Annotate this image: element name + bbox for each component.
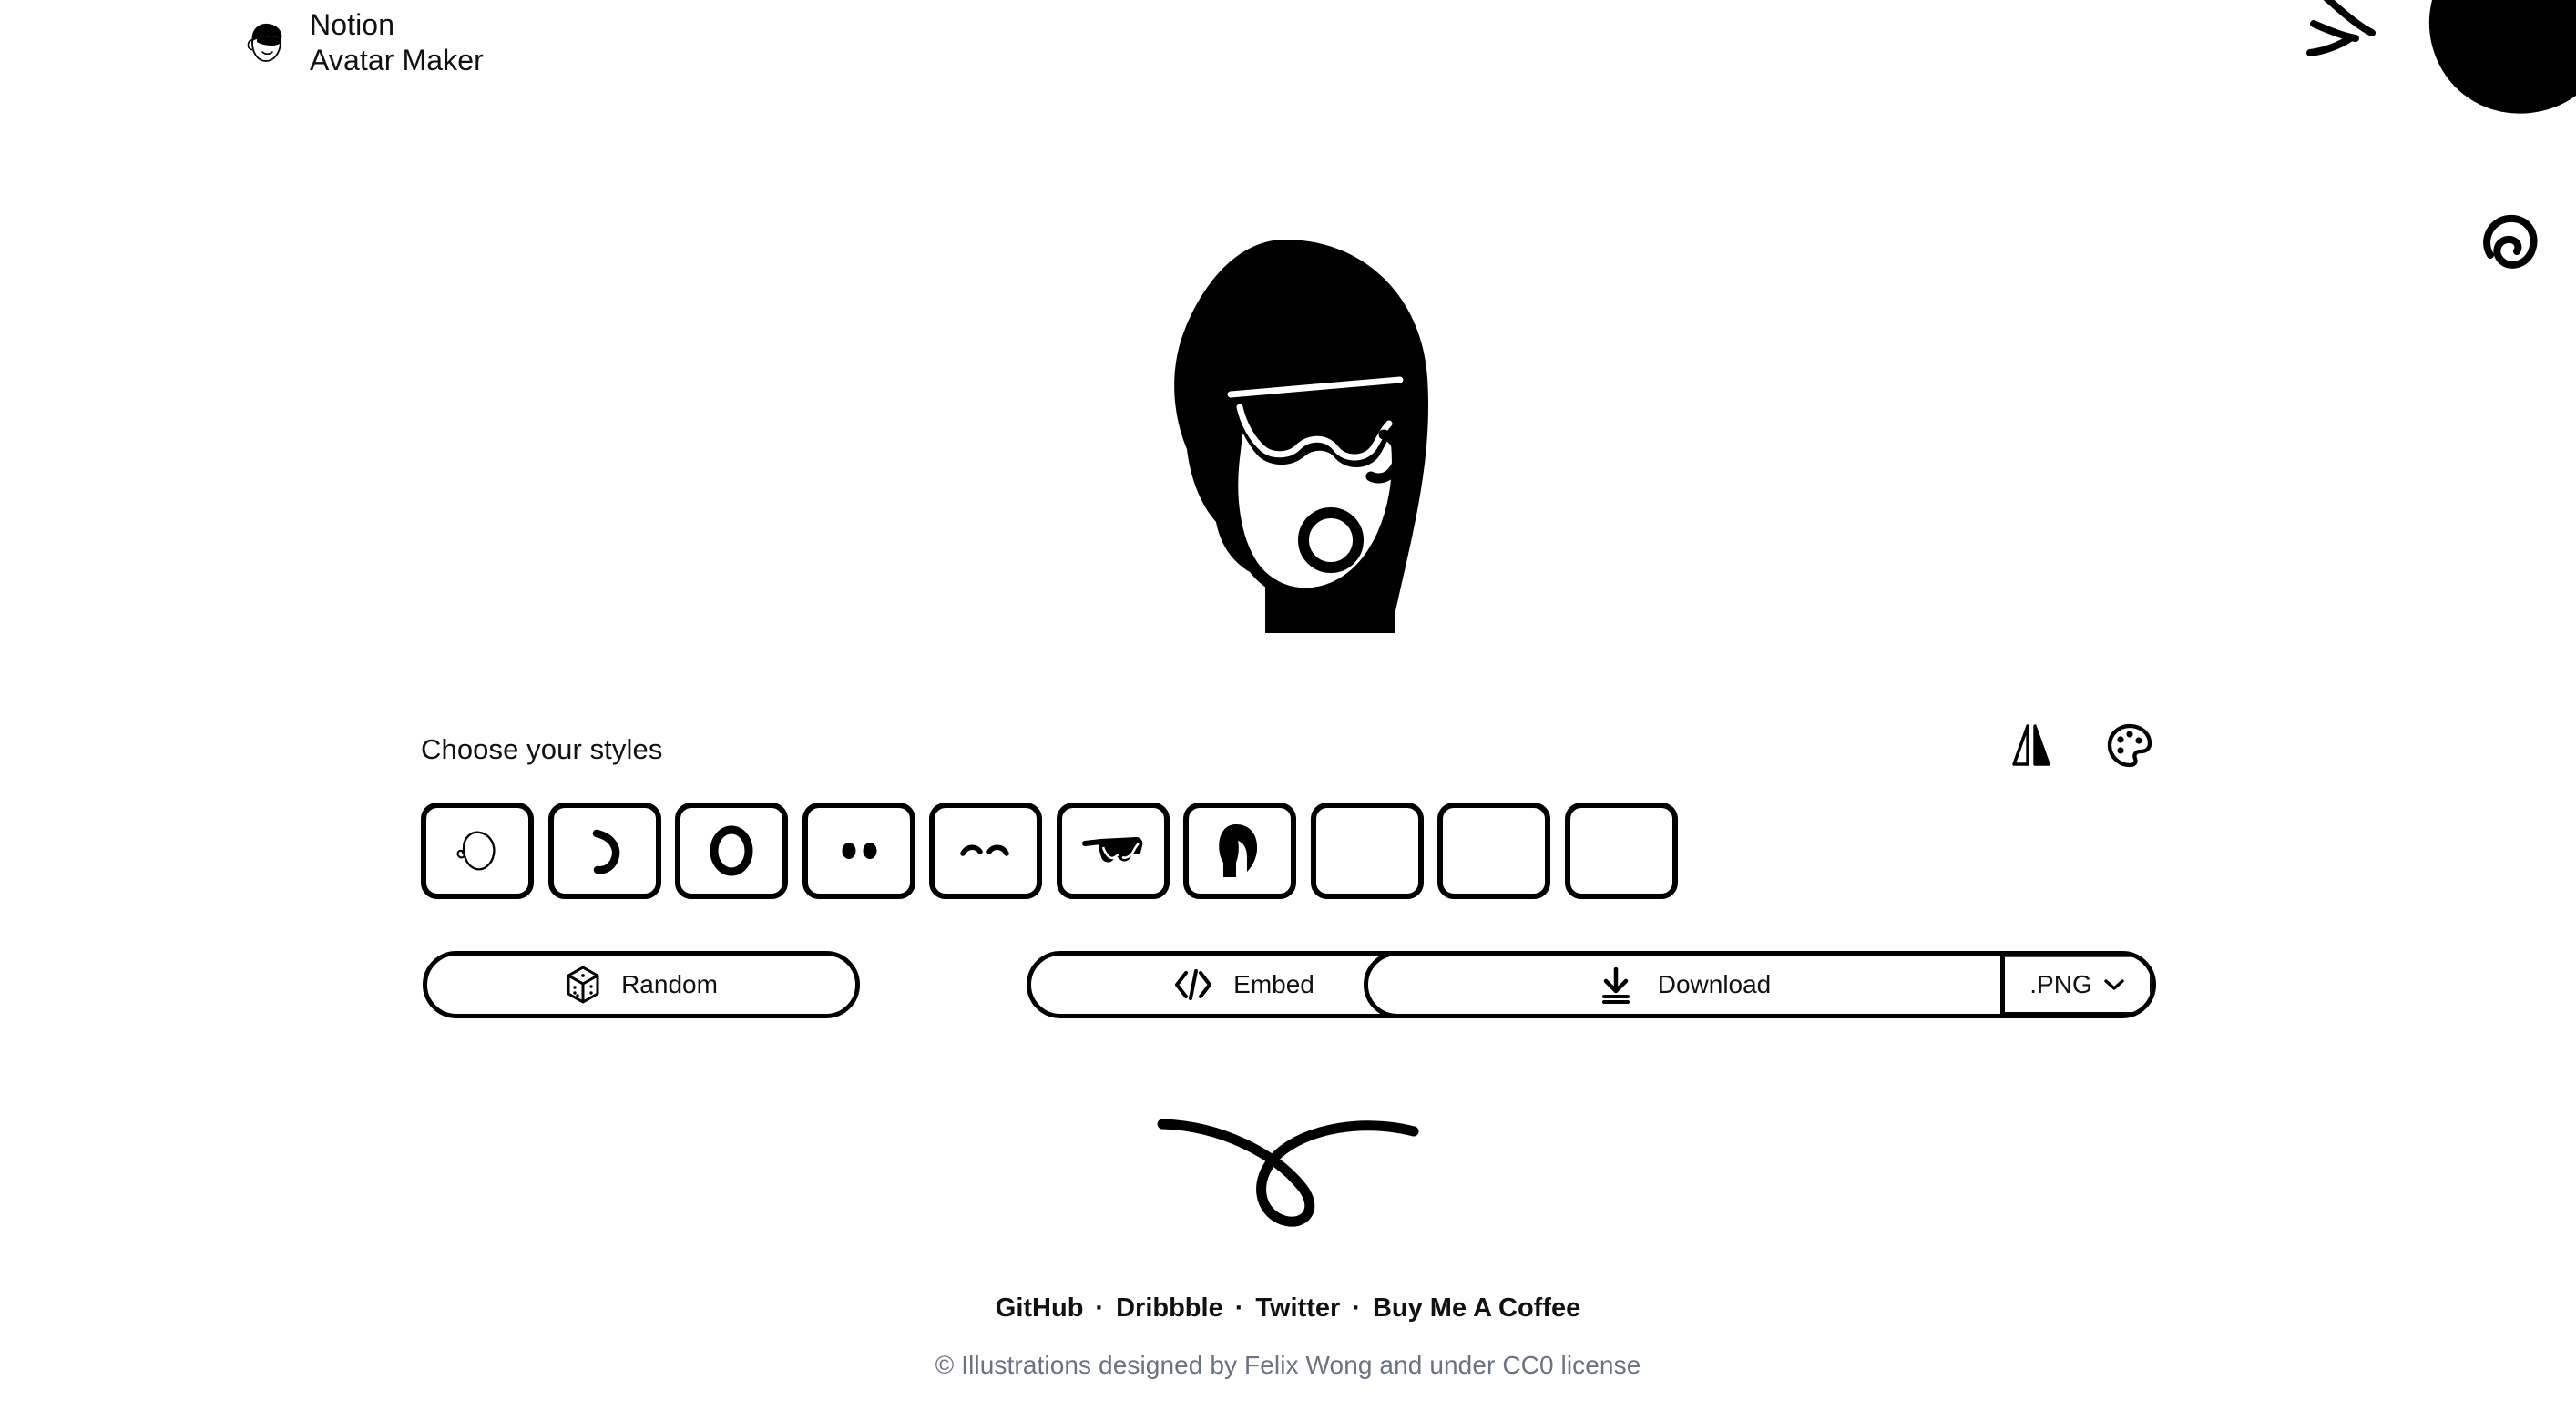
mouth-ring-icon <box>710 825 753 876</box>
ear-icon <box>592 829 619 874</box>
page-footer: GitHub · Dribbble · Twitter · Buy Me A C… <box>0 1293 2576 1380</box>
random-button[interactable]: Random <box>423 951 860 1018</box>
copyright-text: © Illustrations designed by Felix Wong a… <box>935 1351 1641 1379</box>
brand-line-1: Notion <box>310 8 395 41</box>
download-format-select[interactable]: .PNG <box>2000 956 2152 1014</box>
footer-separator: · <box>1352 1293 1361 1323</box>
download-label: Download <box>1657 970 1772 998</box>
style-eyes[interactable] <box>802 803 915 899</box>
glasses-goggles-icon <box>1081 837 1142 863</box>
chevron-down-icon <box>2104 979 2124 990</box>
app-header: Notion Avatar Maker <box>239 7 484 78</box>
doodle-blob-icon <box>2428 0 2576 114</box>
style-ear[interactable] <box>547 803 661 899</box>
style-mouth[interactable] <box>675 803 788 899</box>
avatar-face-logo-icon <box>247 23 282 62</box>
style-editor-panel: Choose your styles Random Embed Download… <box>421 723 2156 1018</box>
tool-icon-group <box>2005 719 2156 772</box>
editor-toolbar: Choose your styles <box>421 723 2156 799</box>
dice-icon <box>567 966 599 1004</box>
download-icon <box>1601 966 1630 1004</box>
flip-horizontal-icon <box>2012 724 2050 766</box>
brand-line-2: Avatar Maker <box>310 44 484 77</box>
footer-separator: · <box>1095 1293 1105 1323</box>
download-button[interactable]: Download <box>1368 956 2000 1014</box>
doodle-loop-icon <box>1157 1119 1419 1227</box>
download-group: Download .PNG <box>1364 951 2156 1018</box>
palette-icon <box>2107 723 2152 768</box>
actions-row: Random Embed Download .PNG <box>421 951 2156 1018</box>
style-chooser-row <box>421 803 2156 899</box>
random-label: Random <box>621 970 718 998</box>
download-format-value: .PNG <box>2029 970 2092 998</box>
embed-label: Embed <box>1233 970 1314 998</box>
style-empty-3[interactable] <box>1564 803 1678 899</box>
avatar-illustration <box>1174 240 1429 633</box>
footer-link-list: GitHub · Dribbble · Twitter · Buy Me A C… <box>0 1293 2576 1324</box>
footer-link-dribbble[interactable]: Dribbble <box>1116 1293 1223 1324</box>
brand-title: Notion Avatar Maker <box>310 7 484 78</box>
eyes-dots-icon <box>842 843 876 859</box>
avatar-preview <box>0 232 2576 724</box>
page-title: Choose your styles <box>421 733 663 765</box>
style-face-shape[interactable] <box>421 803 534 899</box>
style-hair[interactable] <box>1183 803 1296 899</box>
footer-separator: · <box>1234 1293 1244 1323</box>
flip-horizontal-button[interactable] <box>2005 719 2058 772</box>
style-eyebrows[interactable] <box>929 803 1042 899</box>
eyebrows-arcs-icon <box>960 844 1009 856</box>
style-empty-2[interactable] <box>1437 803 1550 899</box>
footer-link-twitter[interactable]: Twitter <box>1255 1293 1340 1324</box>
footer-link-buy-me-a-coffee[interactable]: Buy Me A Coffee <box>1373 1293 1580 1324</box>
long-hair-icon <box>1219 824 1258 877</box>
doodle-strokes-icon <box>2306 0 2376 56</box>
style-empty-1[interactable] <box>1310 803 1424 899</box>
face-shape-icon <box>456 831 496 871</box>
footer-link-github[interactable]: GitHub <box>996 1293 1084 1324</box>
palette-button[interactable] <box>2103 719 2156 772</box>
style-glasses[interactable] <box>1056 803 1170 899</box>
code-brackets-icon <box>1175 969 1212 1000</box>
